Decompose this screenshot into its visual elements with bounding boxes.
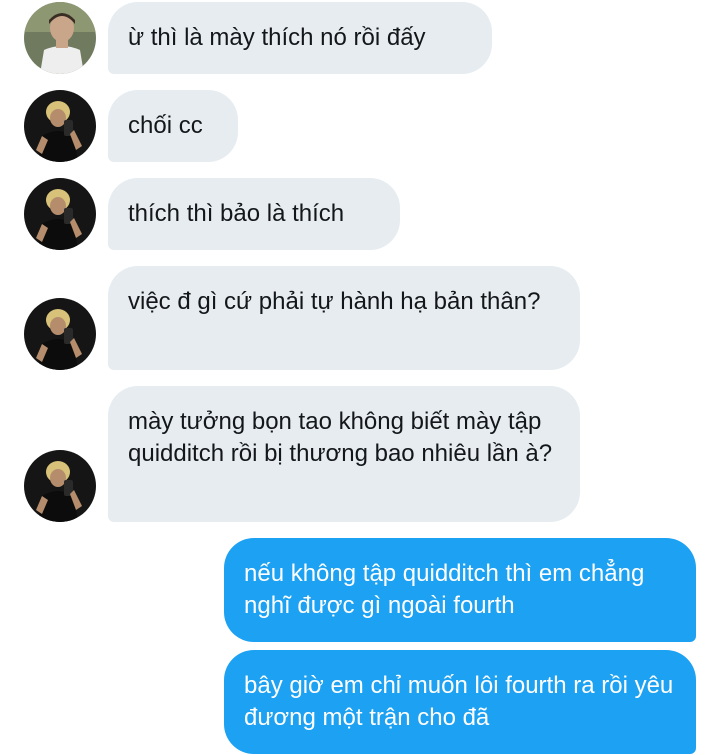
message-bubble-incoming[interactable]: mày tưởng bọn tao không biết mày tập qui…: [108, 386, 580, 522]
avatar-photo-icon: [24, 2, 96, 74]
avatar-photo-icon: [24, 298, 96, 370]
message-bubble-incoming[interactable]: thích thì bảo là thích: [108, 178, 400, 250]
avatar-photo-icon: [24, 178, 96, 250]
avatar-user-b[interactable]: [24, 450, 96, 522]
message-bubble-outgoing[interactable]: bây giờ em chỉ muốn lôi fourth ra rồi yê…: [224, 650, 696, 754]
message-bubble-incoming[interactable]: việc đ gì cứ phải tự hành hạ bản thân?: [108, 266, 580, 370]
avatar-user-b[interactable]: [24, 178, 96, 250]
avatar-photo-icon: [24, 450, 96, 522]
message-bubble-incoming[interactable]: chối cc: [108, 90, 238, 162]
avatar-user-a[interactable]: [24, 2, 96, 74]
avatar-user-b[interactable]: [24, 298, 96, 370]
avatar-photo-icon: [24, 90, 96, 162]
message-bubble-outgoing[interactable]: nếu không tập quidditch thì em chẳng ngh…: [224, 538, 696, 642]
message-bubble-incoming[interactable]: ừ thì là mày thích nó rồi đấy: [108, 2, 492, 74]
avatar-user-b[interactable]: [24, 90, 96, 162]
